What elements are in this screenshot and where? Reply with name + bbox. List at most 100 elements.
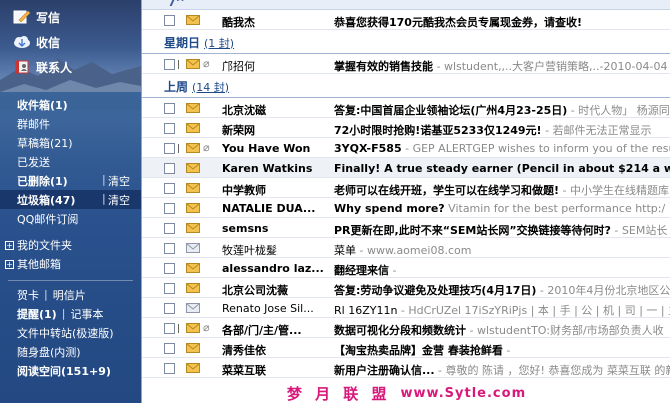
subject-line[interactable]: 新用户注册确认信... - 尊敬的 陈请 ，您好! 恭喜您成为 菜菜互联 的新会… [334, 362, 670, 377]
subject-line[interactable]: Rl 16ZY11n - HdCrUZel 17iSzYRiPjs | 本 | … [334, 302, 670, 317]
subject-line[interactable]: 【淘宝热卖品牌】金营 春装抢鲜看 - [334, 342, 670, 357]
mail-row[interactable]: ⌀ 各部/门/主/管... 数据可视化分段和频数统计 - wlstudentTO:财… [142, 318, 670, 338]
subject-line[interactable]: 菜单 - www.aomei08.com [334, 242, 670, 257]
folder-label: 草稿箱(21) [17, 136, 73, 150]
compose-button[interactable]: 写信 [12, 6, 60, 28]
mail-row[interactable]: semsns PR更新在即,此时不来“SEM站长网”交换链接等待何时? - SEM… [142, 218, 670, 238]
select-checkbox[interactable] [164, 123, 175, 134]
mail-row[interactable]: 北京公司沈薇 答复:劳动争议避免及处理技巧(4月17日) - 2010年4月份北京… [142, 278, 670, 298]
subject-line[interactable]: 答复:劳动争议避免及处理技巧(4月17日) - 2010年4月份北京地区公开讲 [334, 282, 670, 297]
folder-qq-subscription[interactable]: QQ邮件订阅 [0, 209, 141, 228]
sender: 酷我杰 [222, 16, 255, 29]
subject-line[interactable]: PR更新在即,此时不来“SEM站长网”交换链接等待何时? - SEM站长 [334, 222, 670, 237]
mail-row[interactable]: 北京沈磁 答复:中国首届企业领袖论坛(广州4月23-25日) - 时代人物」 杨源… [142, 98, 670, 118]
contacts-button[interactable]: 联系人 [12, 56, 72, 78]
folder-inbox[interactable]: 收件箱(1) [0, 95, 141, 114]
select-checkbox[interactable] [164, 223, 175, 234]
select-checkbox[interactable] [164, 203, 175, 214]
preview-text: - GEP ALERTGEP wishes to inform you of t… [401, 142, 670, 155]
portable-disk-link[interactable]: 随身盘(内测) [0, 342, 141, 361]
group-label: 星期日 [164, 36, 201, 50]
mail-row[interactable]: Renato Jose Sil... Rl 16ZY11n - HdCrUZel … [142, 298, 670, 318]
mail-row[interactable]: 酷我杰 恭喜您获得170元酷我杰会员专属现金券，请查收! [142, 10, 670, 30]
unread-envelope-icon [186, 223, 200, 233]
contacts-label: 联系人 [36, 60, 73, 75]
select-checkbox[interactable] [164, 283, 175, 294]
subject: 掌握有效的销售技能 [334, 60, 433, 73]
preview-text: - 2010年4月份北京地区公开讲 [539, 284, 670, 297]
empty-deleted-link[interactable]: 清空 [102, 173, 130, 189]
mail-row[interactable]: alessandro laz... 翻经理来信 - [142, 258, 670, 278]
expand-plus-icon: + [5, 240, 14, 250]
mail-row[interactable]: ⌀ You Have Won 3YQX-F585 - GEP ALERTGEP wi… [142, 138, 670, 158]
partial-group-header: 7^ [168, 0, 185, 9]
folder-deleted[interactable]: 已删除(1) 清空 [0, 171, 141, 190]
select-checkbox[interactable] [164, 343, 175, 354]
mail-row[interactable]: 菜菜互联 新用户注册确认信... - 尊敬的 陈请 ，您好! 恭喜您成为 菜菜互联… [142, 358, 670, 378]
my-folders-toggle[interactable]: + 我的文件夹 [5, 236, 72, 254]
subject-line[interactable]: 答复:中国首届企业领袖论坛(广州4月23-25日) - 时代人物」 杨源同往 [334, 102, 670, 117]
greeting-card-link[interactable]: 贺卡 [17, 287, 39, 303]
select-checkbox[interactable] [164, 263, 175, 274]
mail-row[interactable]: 新荣网 72小时限时抢购!诺基亚5233仅1249元! - 若邮件无法正常显示 [142, 118, 670, 138]
select-checkbox[interactable] [164, 363, 175, 374]
subject-line[interactable]: Why spend more? Vitamin for the best per… [334, 202, 670, 215]
subject-line[interactable]: 掌握有效的销售技能 - wlstudent,,..大客户营销策略,..-2010… [334, 58, 670, 73]
mail-row[interactable]: NATALIE DUA... Why spend more? Vitamin fo… [142, 198, 670, 218]
select-checkbox[interactable] [164, 303, 175, 314]
flag-icon[interactable] [178, 144, 182, 153]
other-mailboxes-toggle[interactable]: + 其他邮箱 [5, 255, 61, 273]
select-checkbox[interactable] [164, 183, 175, 194]
flag-icon[interactable] [178, 60, 182, 69]
watermark-url: www.Sytle.com [400, 385, 527, 401]
select-checkbox[interactable] [164, 243, 175, 254]
subject: 72小时限时抢购!诺基亚5233仅1249元! [334, 124, 542, 137]
file-transfer-link[interactable]: 文件中转站(极速版) [0, 323, 141, 342]
subject-line[interactable]: 3YQX-F585 - GEP ALERTGEP wishes to infor… [334, 142, 670, 155]
group-count[interactable]: (14 封) [192, 79, 229, 95]
mail-row[interactable]: ⌀ 邝招何 掌握有效的销售技能 - wlstudent,,..大客户营销策略,..-… [142, 54, 670, 74]
subject-line[interactable]: Finally! A true steady earner (Pencil in… [334, 162, 670, 175]
mail-row[interactable]: 清秀佳依 【淘宝热卖品牌】金营 春装抢鲜看 - [142, 338, 670, 358]
subject-line[interactable]: 翻经理来信 - [334, 262, 670, 277]
folder-drafts[interactable]: 草稿箱(21) [0, 133, 141, 152]
flag-icon[interactable] [178, 324, 182, 333]
select-checkbox[interactable] [164, 59, 175, 70]
empty-spam-link[interactable]: 清空 [102, 192, 130, 208]
reminder-link[interactable]: 提醒(1) [17, 306, 57, 322]
sender: 各部/门/主/管... [222, 324, 302, 337]
subject-line[interactable]: 老师可以在线开班，学生可以在线学习和做题! - 中小学生在线精题库 ( [334, 182, 670, 197]
postcard-link[interactable]: 明信片 [53, 287, 86, 303]
subject: Why spend more? [334, 202, 445, 215]
select-checkbox[interactable] [164, 15, 175, 26]
mail-row[interactable]: Karen Watkins Finally! A true steady earn… [142, 158, 670, 178]
folder-group-mail[interactable]: 群邮件 [0, 114, 141, 133]
group-count[interactable]: (1 封) [204, 35, 234, 51]
subject-line[interactable]: 72小时限时抢购!诺基亚5233仅1249元! - 若邮件无法正常显示 [334, 122, 670, 137]
attachment-icon: ⌀ [203, 321, 210, 334]
subject: Finally! A true steady earner (Pencil in… [334, 162, 670, 175]
preview-text: - wlstudent,,..大客户营销策略,..-2010-04-04 [433, 60, 668, 73]
select-checkbox[interactable] [164, 163, 175, 174]
reading-space-link[interactable]: 阅读空间(151+9) [0, 361, 141, 380]
mail-row[interactable]: 牧莲叶栊髮 菜单 - www.aomei08.com [142, 238, 670, 258]
folder-sent[interactable]: 已发送 [0, 152, 141, 171]
select-checkbox[interactable] [164, 143, 175, 154]
receive-button[interactable]: 收信 [12, 31, 60, 53]
folder-spam[interactable]: 垃圾箱(47) 清空 [0, 190, 141, 209]
unread-envelope-icon [186, 283, 200, 293]
select-checkbox[interactable] [164, 323, 175, 334]
subject-line[interactable]: 数据可视化分段和频数统计 - wlstudentTO:财务部/市场部负责人收 [334, 322, 670, 337]
list-top-strip: 7^ [142, 0, 670, 10]
notepad-link[interactable]: 记事本 [70, 306, 103, 322]
select-checkbox[interactable] [164, 103, 175, 114]
subject: 【淘宝热卖品牌】金营 春装抢鲜看 [334, 344, 503, 357]
sender: 中学教师 [222, 184, 266, 197]
group-header-last-week: 上周 (14 封) [142, 76, 670, 98]
folder-label: 垃圾箱(47) [17, 193, 76, 207]
subject-line[interactable]: 恭喜您获得170元酷我杰会员专属现金券，请查收! [334, 14, 670, 29]
mail-row[interactable]: 中学教师 老师可以在线开班，学生可以在线学习和做题! - 中小学生在线精题库 ( [142, 178, 670, 198]
unread-envelope-icon [186, 343, 200, 353]
receive-label: 收信 [36, 35, 61, 50]
portable-disk-label: 随身盘(内测) [17, 345, 81, 359]
